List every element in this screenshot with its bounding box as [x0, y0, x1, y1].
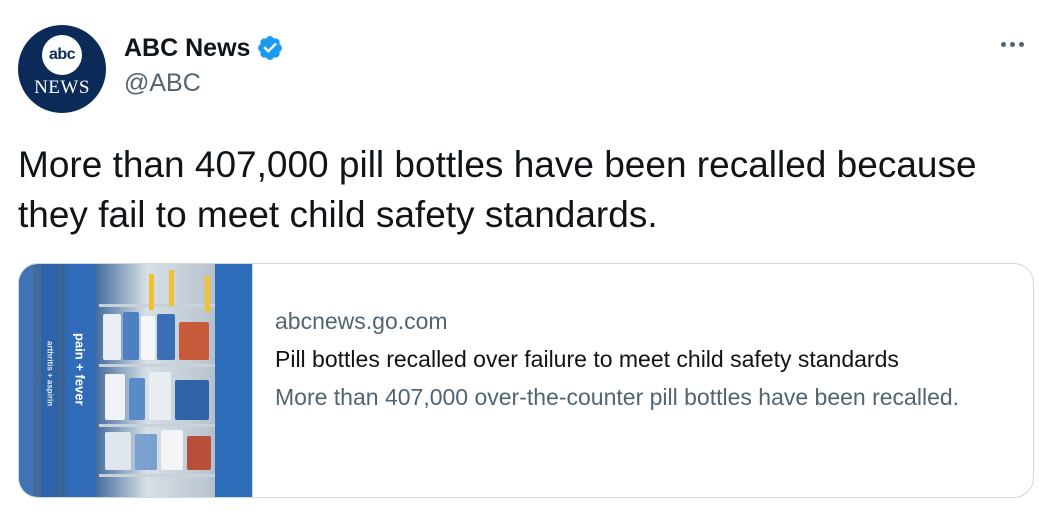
more-options-icon[interactable]	[992, 32, 1032, 56]
product-box	[103, 314, 121, 360]
product-box	[105, 374, 125, 420]
shelf-line	[99, 364, 215, 367]
shelf-price-tag	[205, 276, 210, 312]
product-box	[141, 316, 155, 360]
avatar[interactable]: abc NEWS	[18, 25, 106, 113]
shelf-post	[215, 264, 252, 497]
product-box	[135, 434, 157, 470]
tweet-text: More than 407,000 pill bottles have been…	[18, 144, 977, 235]
product-box	[105, 432, 131, 470]
product-box	[157, 314, 175, 360]
product-box	[161, 430, 183, 470]
author-name[interactable]: ABC News	[124, 34, 250, 63]
card-body: abcnews.go.com Pill bottles recalled ove…	[253, 264, 1033, 497]
product-box	[129, 378, 145, 420]
shelf-price-tag	[169, 270, 174, 306]
product-box	[187, 436, 211, 470]
abc-logo-disc: abc	[42, 35, 82, 75]
shelf-line	[99, 474, 215, 477]
shelf-sign-pain-fever: pain + fever	[72, 332, 88, 406]
avatar-news-wordmark: NEWS	[34, 77, 90, 98]
product-box	[123, 312, 139, 360]
name-row: ABC News	[124, 33, 284, 63]
product-box	[149, 372, 171, 420]
card-image: arthritis + aspirin pain + fever	[19, 264, 253, 497]
product-box	[175, 380, 209, 420]
link-card[interactable]: arthritis + aspirin pain + fever abcnews…	[18, 263, 1034, 498]
author-info: ABC News @ABC	[124, 33, 284, 98]
product-box	[179, 322, 209, 360]
shelf-line	[99, 304, 215, 307]
card-domain: abcnews.go.com	[275, 308, 448, 334]
verified-badge-icon	[258, 36, 283, 60]
author-handle[interactable]: @ABC	[124, 69, 284, 98]
shelf-price-tag	[149, 274, 154, 310]
more-dot	[1018, 41, 1024, 47]
more-dot	[1000, 41, 1006, 47]
card-description: More than 407,000 over-the-counter pill …	[275, 384, 960, 410]
shelf-post	[19, 264, 33, 497]
shelf-sign-arthritis: arthritis + aspirin	[45, 341, 55, 407]
more-dot	[1009, 41, 1015, 47]
card-title[interactable]: Pill bottles recalled over failure to me…	[275, 343, 1011, 375]
tweet: abc NEWS ABC News @ABC More than 407,000…	[0, 0, 1052, 520]
shelf-line	[99, 424, 215, 427]
